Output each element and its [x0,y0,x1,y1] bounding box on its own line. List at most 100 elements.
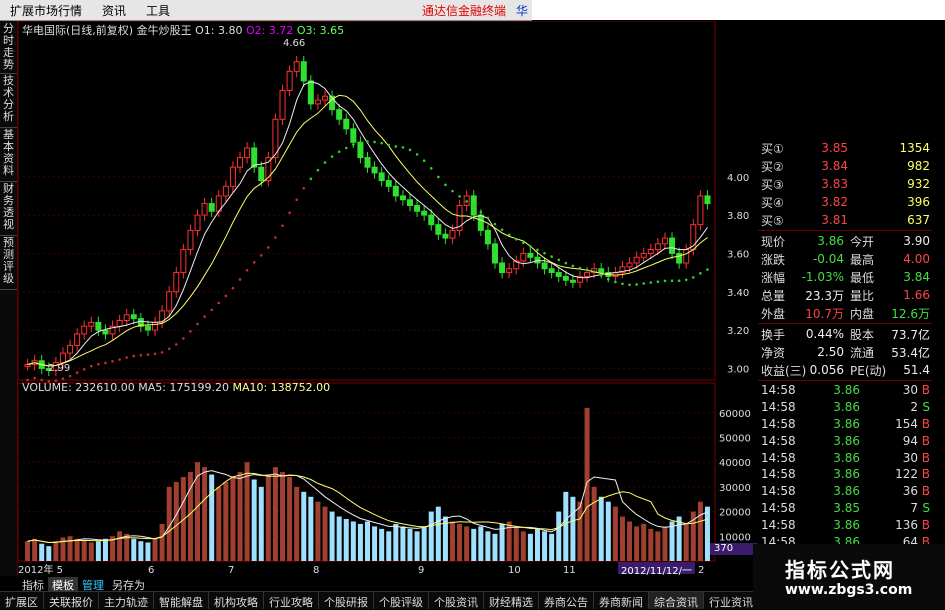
volume-bar [485,531,491,561]
trend-dot [118,358,121,361]
trend-dot [139,353,143,357]
trend-dot [656,280,660,283]
info-tab[interactable]: 个股资讯 [429,592,484,609]
trend-dot [167,347,171,351]
indicator-o2: O2: 3.72 [245,24,294,37]
stat-label: 最低 [850,270,875,285]
info-tab[interactable]: 行业攻略 [264,592,319,609]
volume-bar [272,467,278,561]
trend-dot [210,308,213,312]
candle-body [59,352,66,364]
candle-body [435,224,442,235]
tick-row: 14:58 3.86 94 B [758,432,932,449]
info-tab[interactable]: 主力轨迹 [99,592,154,609]
indicator-toolbar: 指标 模板 管理 另存为 [18,577,149,592]
price-volume-chart[interactable]: 4.00 3.80 3.60 3.40 3.20 3.00 60000 50000 40000 3… [18,21,758,576]
volume-bar [421,526,427,561]
volume-bar [527,533,533,561]
info-tab[interactable]: 个股研报 [319,592,374,609]
candle-body [442,233,449,239]
x-tick-label: 2012年 5 [18,563,63,576]
volume-bar [563,491,569,561]
menu-item-tools[interactable]: 工具 [136,2,180,19]
indicator-o3: O3: 3.65 [296,24,345,37]
tab-ratings[interactable]: 预测评级 [0,237,17,290]
chart-title: 华电国际(日线,前复权) 金牛炒股王 O1: 3.80 O2: 3.72 O3:… [22,22,344,38]
stat-value: 3.84 [903,270,930,284]
trend-dot [267,246,270,249]
tab-intraday[interactable]: 分时走势 [0,23,17,74]
menu-bar: 扩展市场行情 资讯 工具 通达信金融终端 华 [0,0,532,21]
ma5-line [27,81,708,367]
candle-body [484,229,491,245]
volume-bar [265,474,271,561]
tick-price: 3.86 [833,416,860,431]
stat-value: 1.66 [903,288,930,302]
candle-body [251,147,258,168]
stat-value: 2.50 [817,345,844,359]
bid-label: 买③ [761,177,784,192]
trend-dot [238,278,242,281]
candle-body [654,243,661,251]
x-tick-label: 9 [418,565,424,576]
volume-bar [230,477,236,561]
info-tab[interactable]: 行业资讯 [704,592,759,609]
info-tab[interactable]: 券商公告 [539,592,594,609]
bid-label: 买④ [761,195,784,210]
bid-row: 买⑤ 3.81 637 [758,211,932,229]
tab-manage[interactable]: 管理 [78,577,108,592]
volume-bar [216,486,222,561]
trend-dot [550,255,553,258]
trend-dot [557,258,561,262]
trend-dot [415,153,419,156]
volume-bar [152,538,158,561]
info-tab[interactable]: 券商新闻 [594,592,649,609]
volume-bar [209,474,215,561]
trend-dot [437,175,440,179]
candle-body [144,325,151,331]
divider [758,230,932,231]
info-tab[interactable]: 关联报价 [44,592,99,609]
tab-template[interactable]: 模板 [48,577,78,592]
bid-row: 买④ 3.82 396 [758,193,932,211]
info-tab[interactable]: 个股评级 [374,592,429,609]
menu-item-extended-market[interactable]: 扩展市场行情 [0,2,92,19]
app-title: 通达信金融终端 [421,3,506,18]
tab-indicator[interactable]: 指标 [18,577,48,592]
volume-tick-label: 60000 [719,409,751,420]
info-tab[interactable]: 综合资讯 [649,592,704,609]
candle-body [477,214,484,231]
tick-price: 3.86 [833,433,860,448]
volume-bar [145,542,151,561]
trend-dot [224,294,228,298]
stat-label: 内盘 [850,306,875,321]
trend-dot [302,186,306,190]
stat-value: 3.90 [903,234,930,248]
trend-dot [677,279,681,283]
stat-label: 涨跌 [761,252,786,267]
trend-dot [153,352,157,356]
tab-financials[interactable]: 财务透视 [0,183,17,236]
trend-dot [458,195,461,198]
candle-body [81,325,88,335]
volume-bar [393,523,399,561]
info-tab[interactable]: 智能解盘 [154,592,209,609]
info-tab[interactable]: 机构攻略 [209,592,264,609]
volume-bar [294,486,300,561]
stock-name: 华电国际(日线,前复权) [22,24,134,37]
tab-fundamentals[interactable]: 基本资料 [0,129,17,182]
volume-bar [520,531,526,561]
tab-technical[interactable]: 技术分析 [0,75,17,128]
info-tab[interactable]: 扩展区 [0,592,44,609]
stat-value: 12.6万 [891,306,930,321]
tab-save-as[interactable]: 另存为 [108,577,149,592]
menu-item-news[interactable]: 资讯 [92,2,136,19]
trend-dot [614,280,617,284]
tick-price: 3.86 [833,400,860,415]
tick-volume: 94 [902,433,918,448]
tick-row: 14:58 3.86 122 B [758,466,932,483]
volume-tick-label: 40000 [719,458,751,469]
info-tab[interactable]: 财经精选 [484,592,539,609]
cursor-date-box: 2012/11/12/一 [618,562,695,577]
trend-dot [89,364,93,368]
